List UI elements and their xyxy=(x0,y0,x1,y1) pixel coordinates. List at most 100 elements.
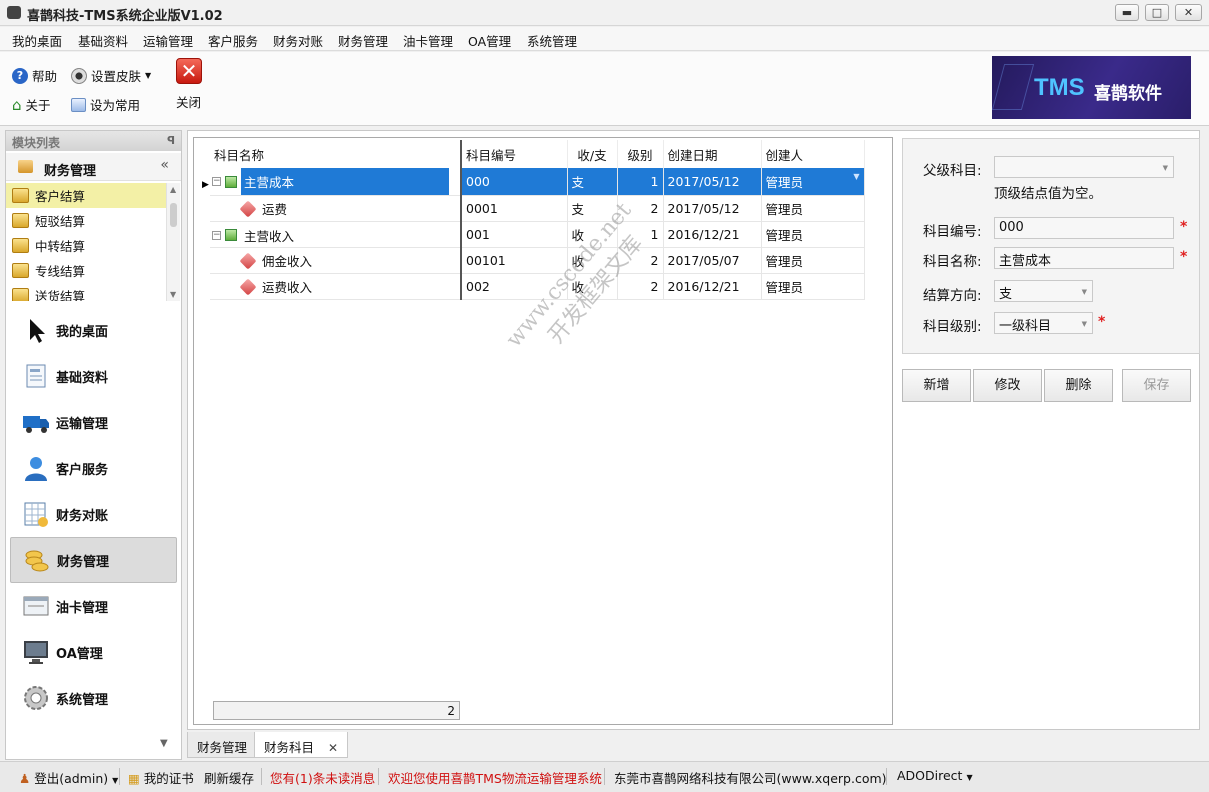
title-bar: 喜鹊科技-TMS系统企业版V1.02 ▬ □ ✕ xyxy=(0,0,1209,26)
scroll-down-icon[interactable]: ▼ xyxy=(170,290,176,299)
cursor-arrow-icon xyxy=(30,319,45,343)
required-mark: * xyxy=(1098,314,1106,330)
nav-customer-service[interactable]: 客户服务 xyxy=(6,445,181,491)
module-group-label: 财务管理 xyxy=(44,164,97,179)
refresh-cache-button[interactable]: 刷新缓存 xyxy=(204,768,254,787)
sub-list-scrollbar[interactable]: ▲ ▼ xyxy=(166,183,180,301)
sub-item-transfer-settlement[interactable]: 中转结算 xyxy=(6,233,166,258)
account-name-label: 科目名称: xyxy=(923,254,982,270)
menu-finance-management[interactable]: 财务管理 xyxy=(338,31,388,50)
col-header-level[interactable]: 级别 xyxy=(617,140,664,168)
my-certificate-button[interactable]: ▦ 我的证书 xyxy=(128,768,194,787)
delete-button[interactable]: 删除 xyxy=(1044,369,1113,402)
table-row[interactable]: 佣金收入 00101 收 2 2017/05/07 管理员 xyxy=(210,247,865,274)
help-icon: ? xyxy=(12,67,28,84)
tree-group-icon xyxy=(225,175,237,188)
minimize-button[interactable]: ▬ xyxy=(1115,4,1139,21)
maximize-button[interactable]: □ xyxy=(1145,4,1169,21)
sub-item-line-settlement[interactable]: 专线结算 xyxy=(6,258,166,283)
account-level-combo[interactable]: 一级科目 ▼ xyxy=(994,312,1093,334)
nav-oa[interactable]: OA管理 xyxy=(6,629,181,675)
status-bar: ♟ 登出(admin) ▼ ▦ 我的证书 刷新缓存 您有(1)条未读消息 欢迎您… xyxy=(0,761,1209,792)
document-icon xyxy=(26,364,46,388)
table-row[interactable]: 运费收入 002 收 2 2016/12/21 管理员 xyxy=(210,273,865,300)
menu-transport[interactable]: 运输管理 xyxy=(143,31,193,50)
close-red-x-icon[interactable]: ✕ xyxy=(176,58,202,84)
parent-account-label: 父级科目: xyxy=(923,163,982,179)
help-button[interactable]: ? 帮助 xyxy=(12,66,57,85)
account-name-input[interactable]: 主营成本 xyxy=(994,247,1174,269)
set-common-button[interactable]: 设为常用 xyxy=(71,95,140,114)
grid-header-row: 科目名称 科目编号 收/支 级别 创建日期 创建人 xyxy=(210,140,865,168)
nav-transport[interactable]: 运输管理 xyxy=(6,399,181,445)
chevron-down-icon: ▼ xyxy=(966,773,973,782)
account-code-input[interactable]: 000 xyxy=(994,217,1174,239)
toolbar: ? 帮助 设置皮肤 ▼ ⌂ 关于 设为常用 ✕ 关闭 TMS 喜鹊软件 xyxy=(0,52,1209,126)
col-header-direction[interactable]: 收/支 xyxy=(567,140,618,168)
unread-messages-link[interactable]: 您有(1)条未读消息 xyxy=(270,768,375,787)
pin-icon[interactable]: ꟼ xyxy=(167,134,175,147)
module-group-finance[interactable]: 财务管理 « xyxy=(6,153,181,181)
edit-button[interactable]: 修改 xyxy=(973,369,1042,402)
col-header-name[interactable]: 科目名称 xyxy=(210,140,462,168)
window-close-button[interactable]: ✕ xyxy=(1175,4,1202,21)
chevron-down-icon[interactable]: ▼ xyxy=(1082,320,1087,328)
tree-leaf-icon xyxy=(239,252,257,269)
logo-brand-text: TMS xyxy=(1034,74,1085,101)
col-header-date[interactable]: 创建日期 xyxy=(663,140,762,168)
finance-folder-icon xyxy=(18,160,33,173)
skin-button[interactable]: 设置皮肤 ▼ xyxy=(71,66,151,85)
menu-desktop[interactable]: 我的桌面 xyxy=(12,31,62,50)
settlement-direction-combo[interactable]: 支 ▼ xyxy=(994,280,1093,302)
menu-finance-reconcile[interactable]: 财务对账 xyxy=(273,31,323,50)
nav-fuel-card[interactable]: 油卡管理 xyxy=(6,583,181,629)
parent-account-combo[interactable]: ▼ xyxy=(994,156,1174,178)
nav-system[interactable]: 系统管理 xyxy=(6,675,181,721)
account-level-label: 科目级别: xyxy=(923,319,982,335)
save-button[interactable]: 保存 xyxy=(1122,369,1191,402)
scroll-up-icon[interactable]: ▲ xyxy=(170,185,176,194)
module-list-title: 模块列表 xyxy=(12,136,61,150)
add-button[interactable]: 新增 xyxy=(902,369,971,402)
menu-bar: 我的桌面 基础资料 运输管理 客户服务 财务对账 财务管理 油卡管理 OA管理 … xyxy=(0,27,1209,51)
collapse-node-icon[interactable]: − xyxy=(212,230,221,240)
account-code-label: 科目编号: xyxy=(923,224,982,240)
tab-close-icon[interactable]: ✕ xyxy=(328,741,338,755)
close-label[interactable]: 关闭 xyxy=(176,92,201,111)
col-header-creator[interactable]: 创建人 xyxy=(761,140,865,168)
cell-dropdown-icon[interactable]: ▼ xyxy=(853,172,859,181)
chevron-down-icon: ▼ xyxy=(112,776,119,785)
module-sub-list: 客户结算 短驳结算 中转结算 专线结算 送货结算 xyxy=(6,183,166,301)
about-label: 关于 xyxy=(25,98,51,113)
scroll-thumb[interactable] xyxy=(170,203,177,227)
nav-desktop[interactable]: 我的桌面 xyxy=(6,307,181,353)
more-modules-arrow-icon[interactable]: ▼ xyxy=(160,738,168,749)
nav-finance-management[interactable]: 财务管理 xyxy=(10,537,177,583)
table-row[interactable]: 运费 0001 支 2 2017/05/12 管理员 xyxy=(210,195,865,222)
settlement-icon xyxy=(12,188,29,203)
table-row[interactable]: − 主营收入 001 收 1 2016/12/21 管理员 xyxy=(210,221,865,248)
menu-system[interactable]: 系统管理 xyxy=(527,31,577,50)
about-button[interactable]: ⌂ 关于 xyxy=(12,95,51,114)
collapse-node-icon[interactable]: − xyxy=(212,177,221,186)
sub-item-customer-settlement[interactable]: 客户结算 xyxy=(6,183,166,208)
menu-basic-data[interactable]: 基础资料 xyxy=(78,31,128,50)
menu-fuel-card[interactable]: 油卡管理 xyxy=(403,31,453,50)
help-label: 帮助 xyxy=(32,69,58,84)
nav-basic-data[interactable]: 基础资料 xyxy=(6,353,181,399)
col-header-code[interactable]: 科目编号 xyxy=(461,140,568,168)
chevron-down-icon[interactable]: ▼ xyxy=(1163,164,1168,172)
tab-finance-management[interactable]: 财务管理 xyxy=(187,732,258,758)
logout-button[interactable]: ♟ 登出(admin) ▼ xyxy=(19,768,118,787)
sub-item-delivery-settlement[interactable]: 送货结算 xyxy=(6,283,166,301)
nav-finance-reconcile[interactable]: 财务对账 xyxy=(6,491,181,537)
menu-customer-service[interactable]: 客户服务 xyxy=(208,31,258,50)
current-row-indicator-icon: ▶ xyxy=(202,180,209,190)
collapse-chevron-icon[interactable]: « xyxy=(160,157,169,173)
chevron-down-icon[interactable]: ▼ xyxy=(1082,288,1087,296)
db-provider-dropdown[interactable]: ADODirect ▼ xyxy=(897,768,973,783)
table-row[interactable]: − 主营成本 000 支 1 2017/05/12 管理员 ▼ xyxy=(210,168,865,196)
sub-item-short-haul-settlement[interactable]: 短驳结算 xyxy=(6,208,166,233)
tab-finance-accounts[interactable]: 财务科目 ✕ xyxy=(254,732,349,758)
menu-oa[interactable]: OA管理 xyxy=(468,31,511,50)
